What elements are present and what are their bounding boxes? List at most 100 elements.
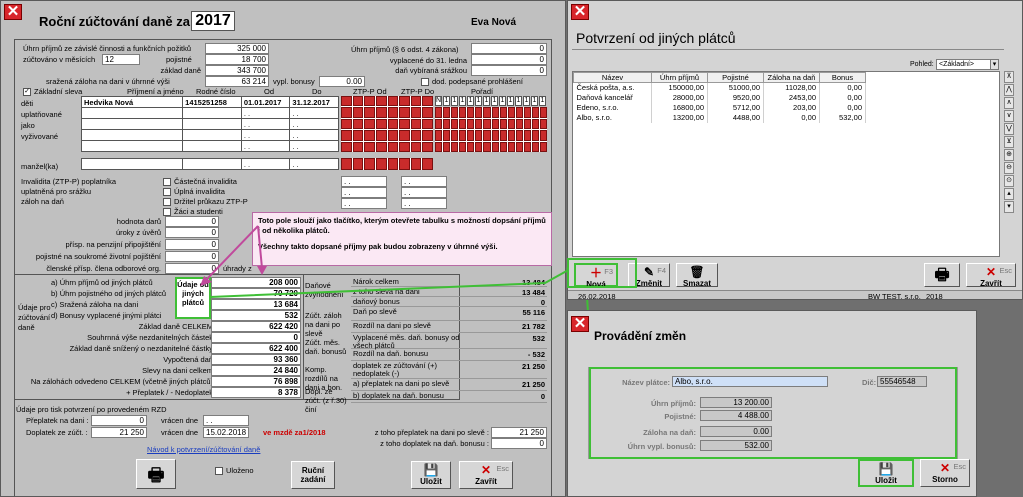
child-row[interactable]: Hedvika Nová 1415251258 01.01.2017 31.12.20… (80, 96, 339, 108)
ztp-cell[interactable] (507, 141, 515, 152)
column-header[interactable]: Pojistné (707, 72, 764, 83)
pohled-select[interactable]: <Základní> (936, 59, 998, 70)
smazat-button[interactable]: 🗑 Smazat (676, 263, 718, 288)
poradi-cell[interactable]: 1 (475, 96, 482, 106)
poradi-cell[interactable]: 1 (451, 96, 458, 106)
storno-button[interactable]: Esc ✕ Storno (920, 459, 970, 487)
ztp-cell[interactable] (531, 141, 539, 152)
ztp-cell[interactable] (375, 107, 387, 118)
ztp-cell[interactable] (515, 141, 523, 152)
invalidita-date-6[interactable]: . . (401, 198, 447, 209)
ztp-cell[interactable] (475, 141, 483, 152)
ztp-cell[interactable] (523, 118, 531, 129)
main-ulozit-button[interactable]: 💾 Uložit (411, 461, 451, 489)
uhrn-prijmu-field[interactable]: 325 000 (205, 43, 269, 54)
ztp-cell[interactable] (399, 141, 410, 152)
poradi-cell[interactable]: 1 (443, 96, 450, 106)
ztp-cell[interactable] (399, 96, 410, 107)
child-do-cell[interactable]: 31.12.2017 (289, 96, 339, 108)
ztp-cell[interactable] (499, 141, 507, 152)
bonus-field[interactable]: 532.00 (700, 440, 772, 451)
ulozeno-checkbox[interactable]: Uloženo (215, 466, 254, 476)
dod-prohlaseni-check[interactable] (421, 78, 429, 87)
ztp-cell[interactable] (515, 130, 523, 141)
vracen-dne-field-1[interactable]: . . (203, 415, 249, 426)
ztp-cell[interactable] (451, 141, 459, 152)
calc-value[interactable]: 13 684 (211, 299, 301, 310)
child-do-cell[interactable]: . . (289, 118, 339, 130)
poradi-cell[interactable]: 1 (483, 96, 490, 106)
ztp-cell[interactable] (475, 118, 483, 129)
calc-value[interactable]: 532 (211, 310, 301, 321)
year-field[interactable]: 2017 (191, 11, 235, 31)
ztp-cell[interactable] (341, 118, 352, 130)
ztp-cell[interactable] (443, 130, 451, 141)
child-row[interactable]: . .. . (80, 118, 339, 130)
calc-value[interactable]: 622 400 (211, 343, 301, 354)
ztp-cell[interactable] (475, 107, 483, 118)
poradi-cell[interactable]: 1 (499, 96, 506, 106)
ztp-cell[interactable] (375, 158, 387, 170)
ztp-cell[interactable] (459, 130, 467, 141)
uhrn-paragraf6-field[interactable]: 0 (471, 43, 547, 54)
next-record-icon[interactable]: ∨ (1004, 110, 1014, 122)
ztp-cell[interactable] (422, 158, 433, 170)
ztp-cell[interactable] (523, 130, 531, 141)
ztp-cell[interactable] (443, 107, 451, 118)
child-od-cell[interactable]: . . (240, 129, 291, 141)
invalidita-check[interactable] (163, 208, 171, 217)
prev-record-icon[interactable]: ∧ (1004, 97, 1014, 109)
child-name-cell[interactable]: Hedvika Nová (80, 96, 184, 108)
ztp-cell[interactable] (467, 130, 475, 141)
ztp-cell[interactable] (467, 141, 475, 152)
potvrzeni-zavrit-button[interactable]: Esc ✕ Zavřít (966, 263, 1016, 288)
ztp-cell[interactable] (435, 118, 443, 129)
ztp-cell[interactable] (467, 118, 475, 129)
invalidita-date-2[interactable]: . . (341, 187, 387, 198)
ztp-cell[interactable] (410, 96, 422, 107)
invalidita-date-4[interactable]: . . (401, 176, 447, 187)
ztp-cell[interactable] (399, 130, 410, 141)
ztp-cell[interactable] (387, 107, 399, 118)
close-icon[interactable]: ✕ (4, 4, 22, 20)
ztp-cell[interactable] (435, 130, 443, 141)
ztp-grid[interactable] (341, 96, 433, 152)
ztp-cell[interactable] (475, 130, 483, 141)
ztp-cell[interactable] (435, 107, 443, 118)
ztp-cell[interactable] (483, 107, 491, 118)
child-od-cell[interactable]: . . (240, 107, 291, 119)
srazena-zaloha-field[interactable]: 63 214 (205, 76, 269, 87)
vypl-bonusy-field[interactable]: 0.00 (319, 76, 365, 87)
ztp-cell[interactable] (531, 118, 539, 129)
ztp-cell[interactable] (422, 96, 433, 107)
vracen-dne-field-2[interactable]: 15.02.2018 (203, 427, 249, 438)
ztp-cell[interactable] (539, 118, 547, 129)
ztp-cell[interactable] (531, 130, 539, 141)
invalidita-date-1[interactable]: . . (341, 176, 387, 187)
ztp-cell[interactable] (410, 130, 422, 141)
calc-value[interactable]: 24 840 (211, 365, 301, 376)
column-header[interactable]: Úhrn příjmů (651, 72, 708, 83)
ztp-cell[interactable] (387, 96, 399, 107)
scroll-down-icon[interactable]: ▾ (1004, 201, 1014, 213)
poradi-cell[interactable]: 1 (467, 96, 474, 106)
poradi-cell[interactable]: 1 (459, 96, 466, 106)
ztp-cell[interactable] (364, 141, 375, 152)
child-rc-cell[interactable] (182, 140, 242, 152)
navod-link[interactable]: Návod k potvrzení/zúčtování daně (147, 445, 260, 454)
invalidita-option[interactable]: Žáci a studenti (163, 207, 248, 217)
zoom-reset-icon[interactable]: ⊙ (1004, 175, 1014, 187)
ztp-cell[interactable] (387, 158, 399, 170)
preplatek-field[interactable]: 0 (91, 415, 147, 426)
child-od-cell[interactable]: . . (240, 140, 291, 152)
ztp-cell[interactable] (507, 118, 515, 129)
uroky-field[interactable]: 0 (165, 227, 219, 238)
scroll-up-icon[interactable]: ▴ (1004, 188, 1014, 200)
ztp-cell[interactable] (352, 118, 364, 130)
dic-field[interactable]: 55546548 (877, 376, 927, 387)
calc-value[interactable]: 622 420 (211, 321, 301, 332)
pojistne-field[interactable]: 18 700 (205, 54, 269, 65)
uhrn-field[interactable]: 13 200.00 (700, 397, 772, 408)
ztp-cell[interactable] (507, 130, 515, 141)
child-rc-cell[interactable] (182, 107, 242, 119)
